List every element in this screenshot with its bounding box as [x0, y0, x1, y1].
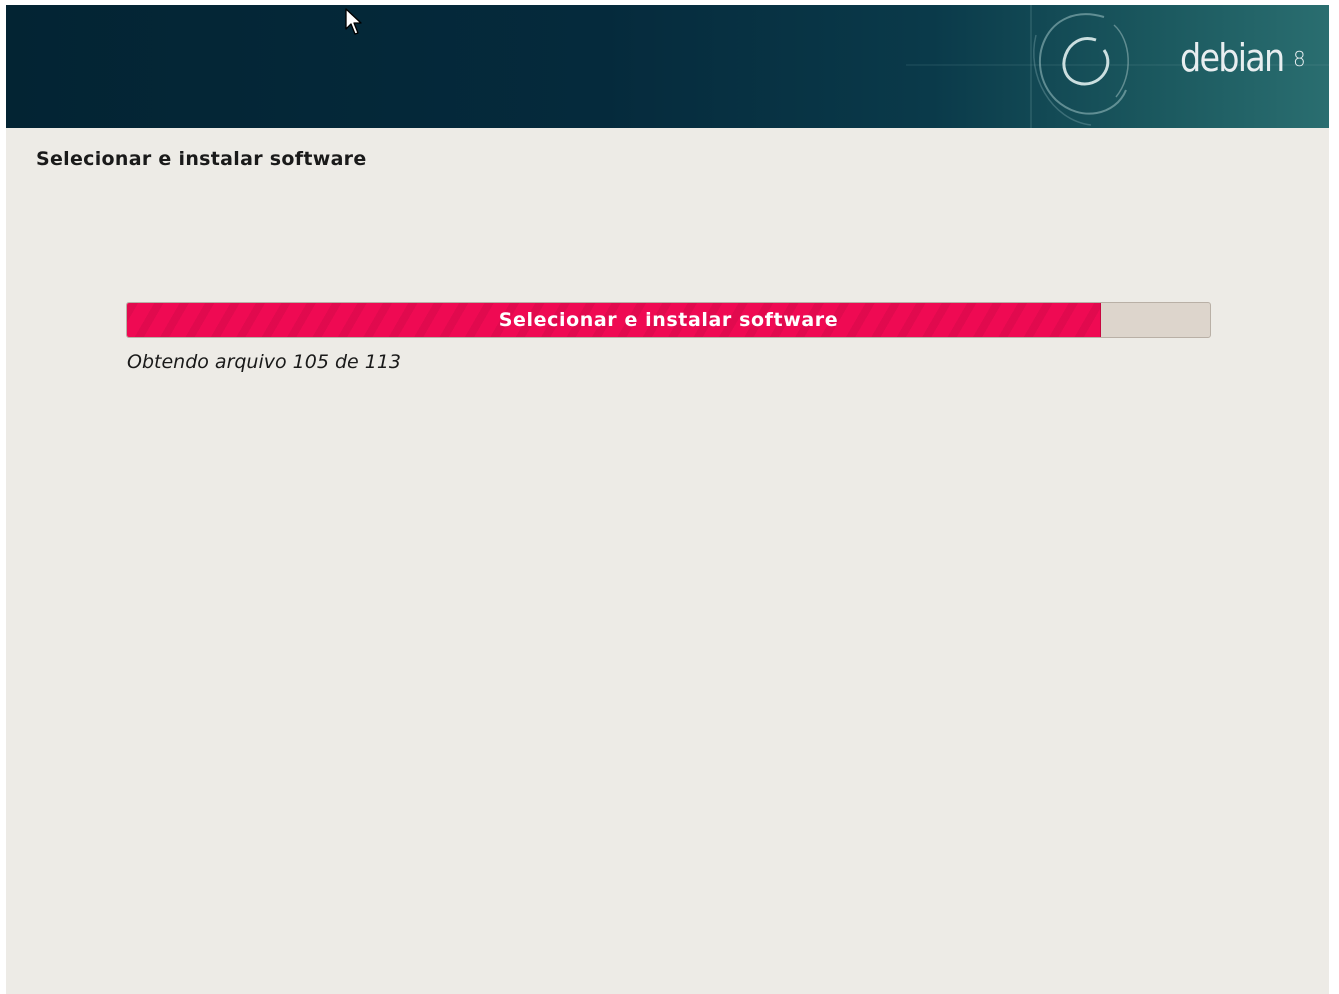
- progress-status-text: Obtendo arquivo 105 de 113: [127, 351, 402, 373]
- mouse-pointer-icon: [345, 8, 362, 35]
- debian-logo-text: debian: [1180, 36, 1285, 80]
- banner-artwork: [906, 5, 1329, 128]
- page-title: Selecionar e instalar software: [36, 148, 367, 170]
- installer-screen: debian 8 Selecionar e instalar software …: [6, 5, 1329, 994]
- debian-version-number: 8: [1293, 47, 1306, 71]
- debian-banner: debian 8: [6, 5, 1329, 128]
- debian-swirl-icon: [1033, 13, 1129, 126]
- progress-bar-label: Selecionar e instalar software: [498, 309, 839, 331]
- progress-bar: Selecionar e instalar software: [126, 302, 1211, 338]
